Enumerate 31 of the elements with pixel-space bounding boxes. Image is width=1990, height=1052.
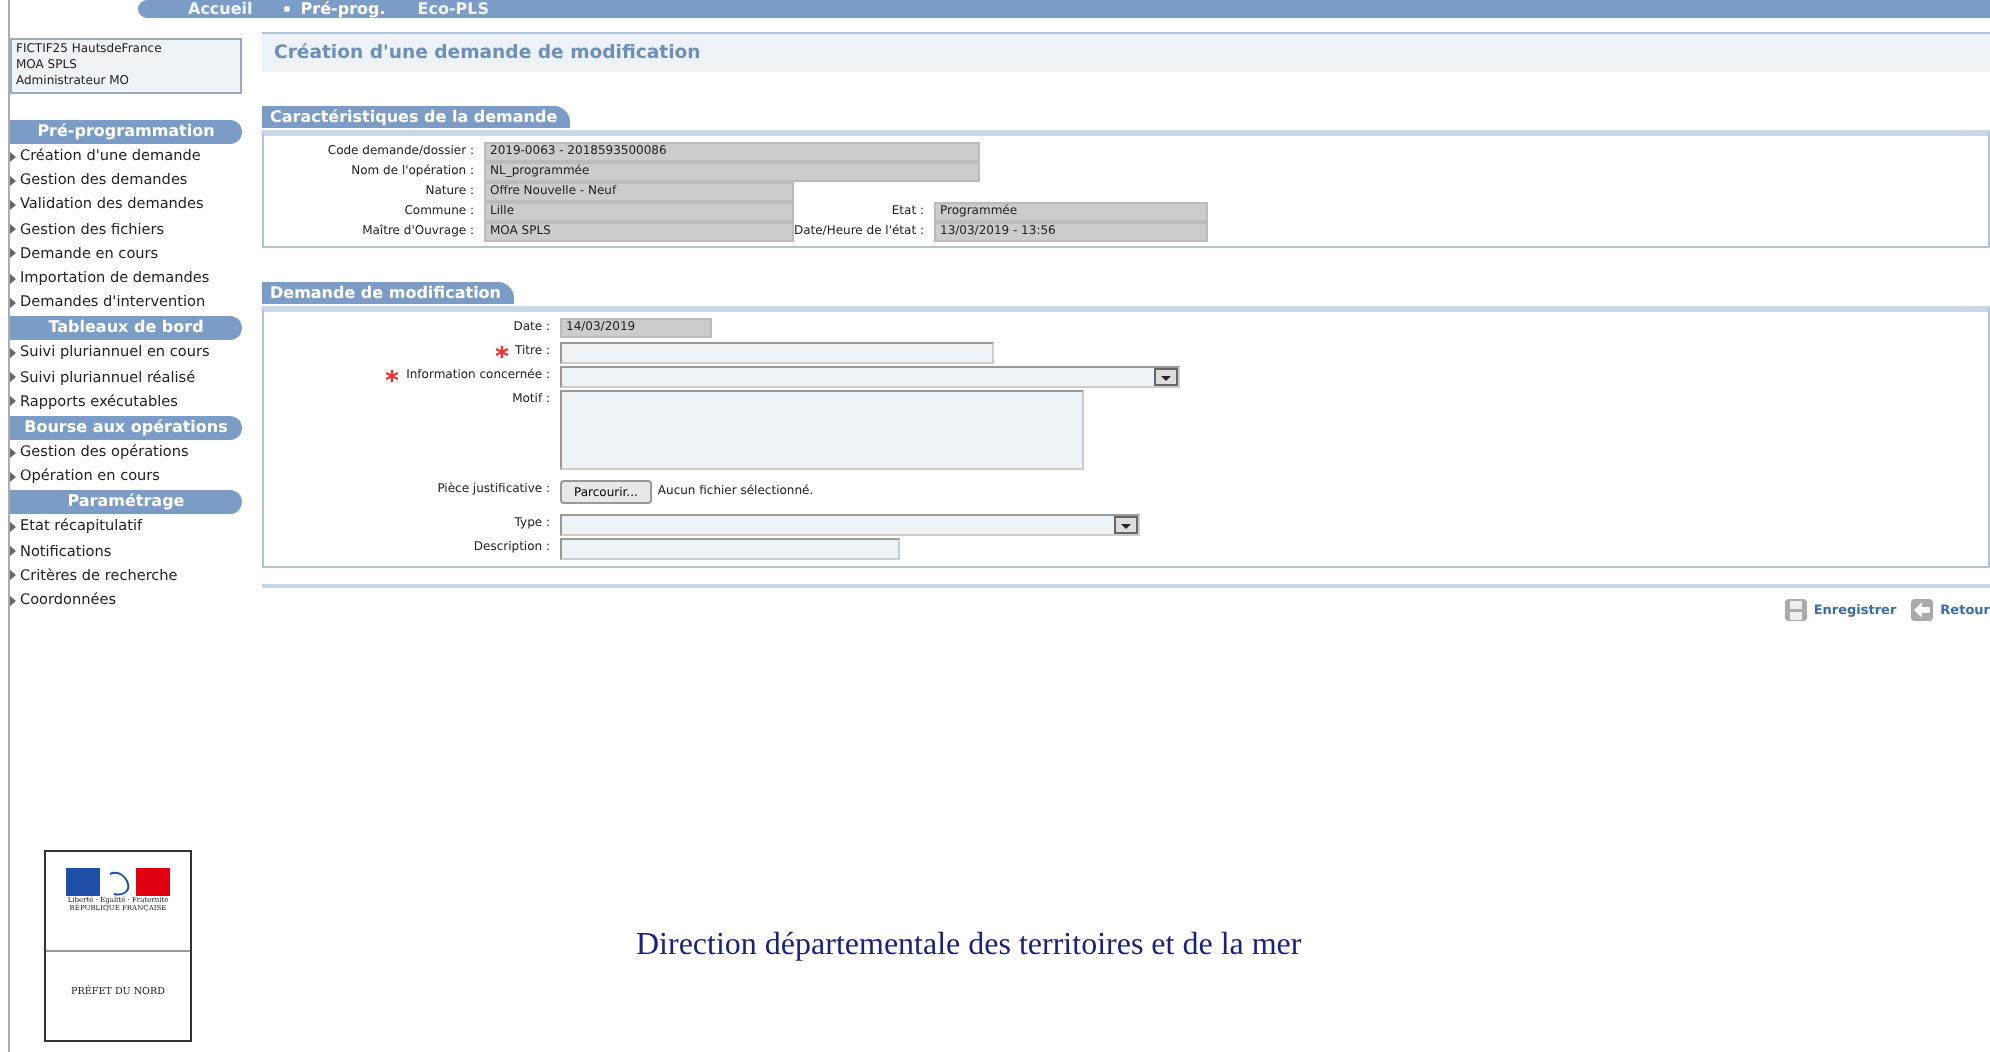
- sidebar-section-header: Pré-programmation: [10, 120, 242, 144]
- triangle-icon: [10, 151, 16, 162]
- text-field[interactable]: [560, 342, 994, 364]
- page-title: Création d'une demande de modification: [262, 32, 1990, 72]
- triangle-icon: [10, 372, 16, 383]
- textarea-field[interactable]: [560, 390, 1084, 470]
- triangle-icon: [10, 200, 16, 210]
- triangle-icon: [10, 570, 16, 581]
- left-arrow-icon: [1910, 598, 1935, 622]
- flag-drawing: [66, 868, 170, 896]
- triangle-icon: [10, 224, 16, 235]
- triangle-icon: [10, 175, 16, 186]
- text-field[interactable]: [560, 538, 900, 560]
- triangle-icon: [10, 447, 16, 458]
- triangle-icon: [10, 471, 16, 482]
- dropdown-field[interactable]: [560, 514, 1140, 536]
- required-asterisk-icon: [495, 345, 508, 357]
- dropdown-field[interactable]: [560, 366, 1180, 388]
- sidebar-section-header: Tableaux de bord: [10, 316, 242, 341]
- triangle-icon: [10, 396, 16, 407]
- triangle-icon: [10, 297, 16, 308]
- triangle-icon: [10, 248, 16, 259]
- triangle-icon: [10, 273, 16, 284]
- sidebar-section-header: Bourse aux opérations: [10, 416, 242, 441]
- footer-text: Direction départementale des territoires et de la mer: [636, 928, 1302, 964]
- triangle-icon: [10, 522, 16, 533]
- required-asterisk-icon: [386, 369, 399, 381]
- sidebar-section-header: Paramétrage: [10, 490, 242, 515]
- triangle-icon: [10, 595, 16, 606]
- triangle-icon: [10, 546, 16, 557]
- triangle-icon: [10, 348, 16, 359]
